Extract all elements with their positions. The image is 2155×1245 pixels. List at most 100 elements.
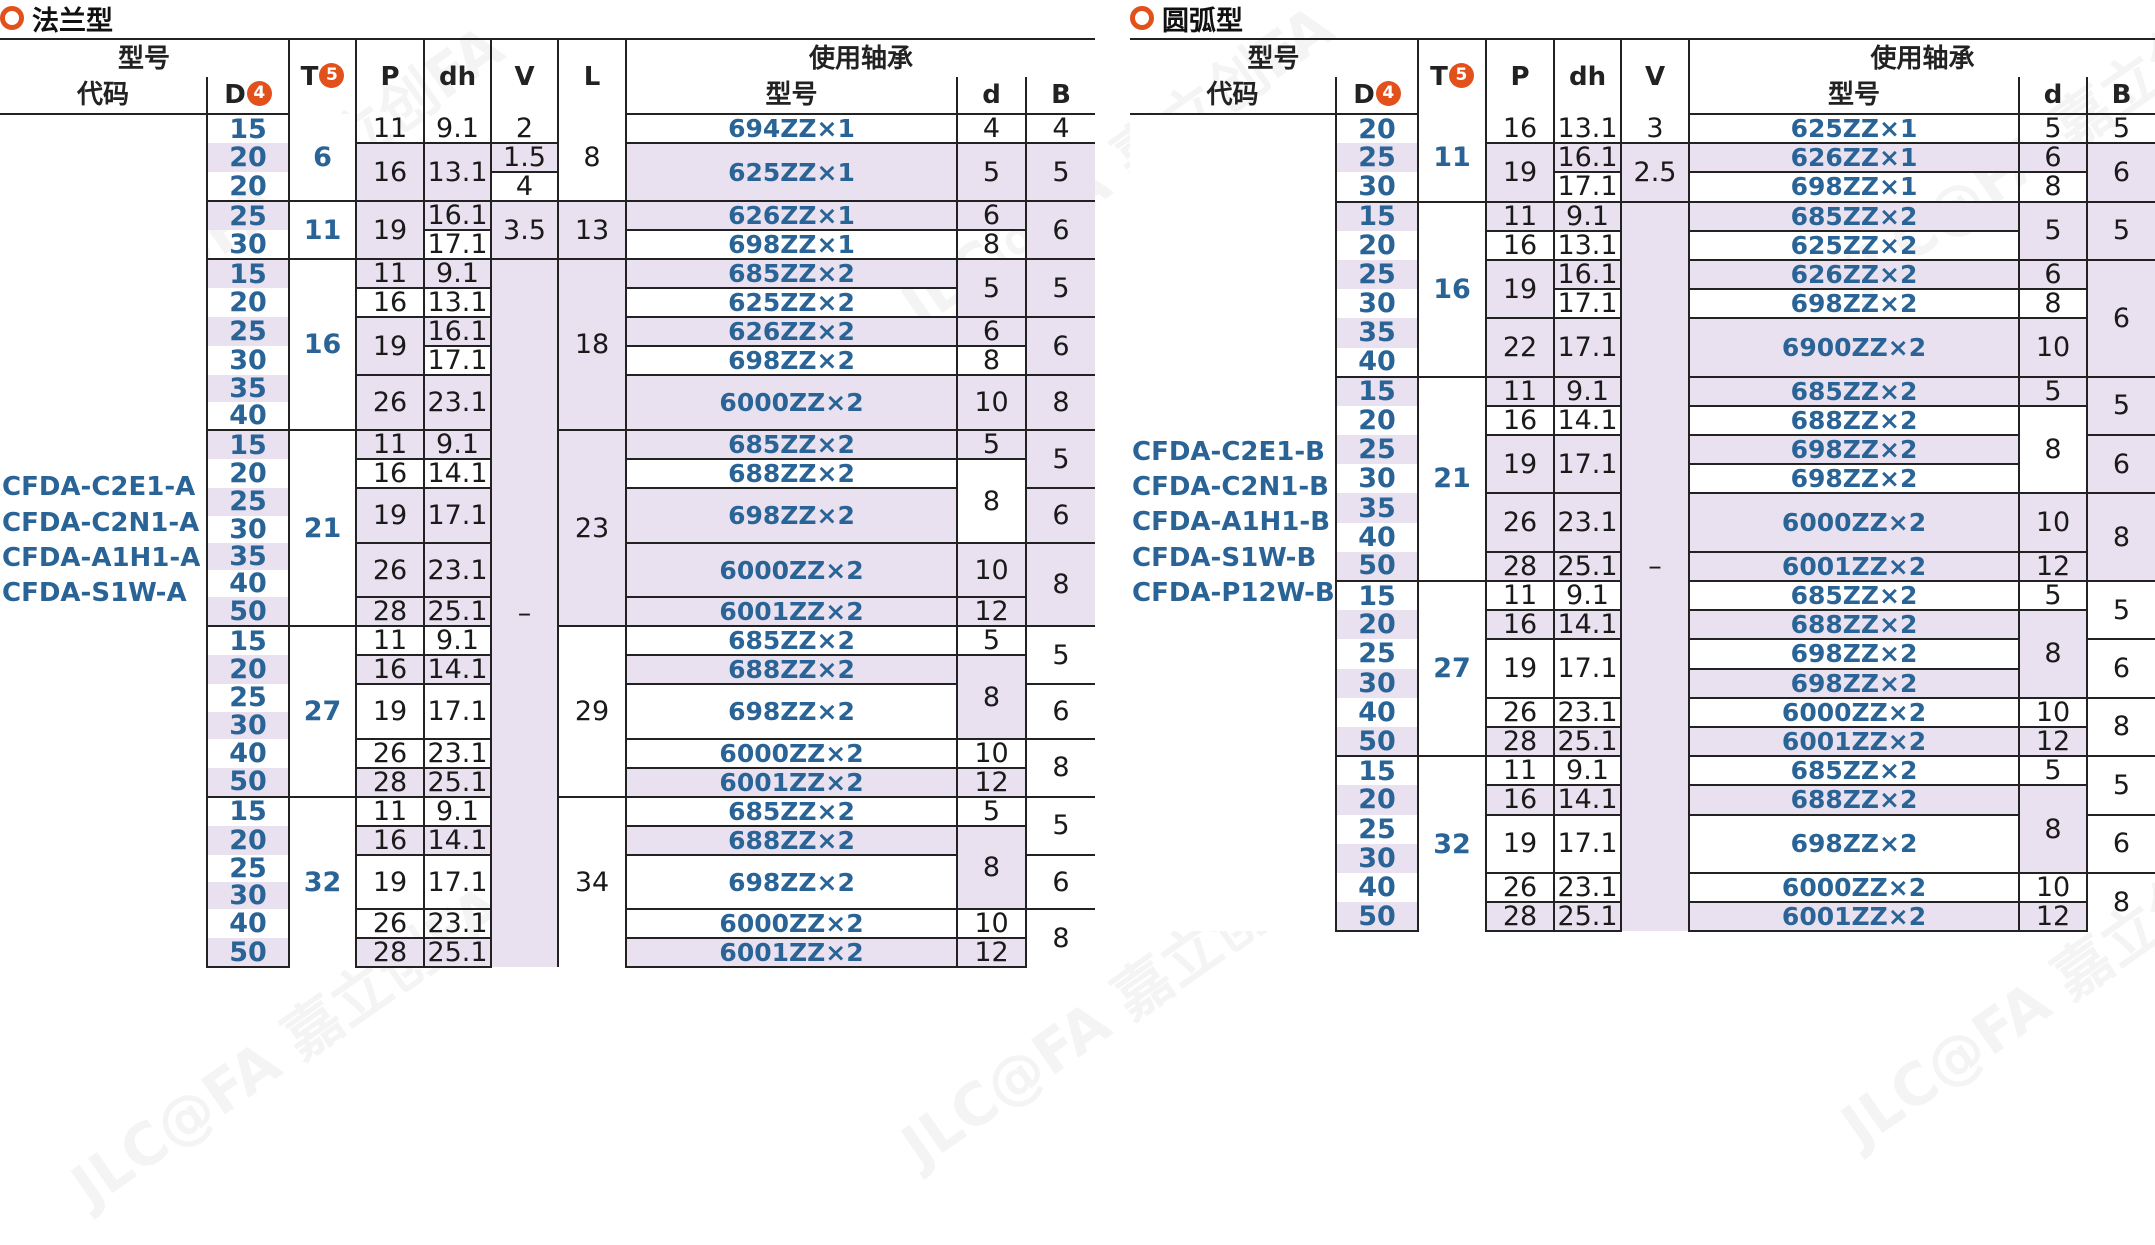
L-value: 34 — [557, 795, 627, 968]
P-value: 28 — [1485, 725, 1555, 757]
bearing-model-value: 6000ZZ×2 — [1688, 492, 2020, 552]
bearing-model-value: 6001ZZ×2 — [625, 596, 958, 627]
P-value: 16 — [1485, 114, 1555, 144]
dh-value: 13.1 — [423, 287, 492, 317]
bearing-model-value: 6000ZZ×2 — [1688, 696, 2020, 727]
D-value: 40 — [205, 909, 290, 939]
L-value: 8 — [557, 114, 627, 201]
bearing-model-value: 6001ZZ×2 — [1688, 725, 2020, 757]
P-value: 16 — [355, 142, 425, 201]
B-value: 6 — [2086, 142, 2155, 202]
header-T: T5 — [288, 38, 357, 114]
B-value: 5 — [2086, 579, 2155, 640]
bearing-model-value: 6001ZZ×2 — [1688, 550, 2020, 581]
P-value: 11 — [355, 114, 425, 143]
header-P: P — [1485, 38, 1555, 114]
bearing-model-value: 698ZZ×1 — [625, 229, 958, 259]
bearing-model-value: 625ZZ×2 — [625, 287, 958, 317]
T-value: 32 — [288, 795, 357, 968]
d-value: 5 — [2018, 755, 2088, 786]
P-value: 11 — [355, 429, 425, 460]
dh-value: 25.1 — [1553, 901, 1622, 933]
D-value: 35 — [1334, 493, 1419, 523]
P-value: 11 — [1485, 200, 1555, 231]
B-value: 6 — [1025, 683, 1096, 739]
P-value: 19 — [1485, 258, 1555, 319]
D-value: 50 — [1334, 726, 1419, 757]
d-value: 5 — [956, 142, 1027, 201]
d-value: 8 — [2018, 171, 2088, 202]
D-value: 25 — [1334, 435, 1419, 465]
header-model: 型号 — [1130, 38, 1419, 77]
V-value: 1.5 — [490, 142, 559, 172]
D-value: 50 — [1334, 551, 1419, 581]
P-value: 19 — [355, 853, 425, 910]
V-value: 2 — [490, 114, 559, 143]
d-value: 6 — [2018, 258, 2088, 290]
P-value: 19 — [1485, 142, 1555, 202]
model-code: CFDA-C2N1-B — [1132, 472, 1329, 503]
d-value: 12 — [2018, 550, 2088, 581]
header-B: B — [1025, 77, 1096, 115]
bearing-model-value: 6001ZZ×2 — [625, 937, 958, 969]
D-value: 20 — [205, 143, 290, 172]
d-value: 10 — [2018, 492, 2088, 552]
B-value: 5 — [1025, 795, 1096, 855]
dh-value: 16.1 — [1553, 258, 1622, 290]
bearing-model-value: 698ZZ×2 — [625, 683, 958, 739]
D-value: 20 — [1334, 785, 1419, 815]
P-value: 11 — [1485, 579, 1555, 611]
P-value: 11 — [355, 795, 425, 826]
P-value: 22 — [1485, 317, 1555, 377]
header-bearing-model: 型号 — [625, 77, 958, 115]
P-value: 28 — [355, 596, 425, 627]
D-value: 35 — [1334, 318, 1419, 348]
d-value: 8 — [956, 229, 1027, 259]
d-value: 8 — [2018, 784, 2088, 873]
bearing-model-value: 6001ZZ×2 — [1688, 901, 2020, 933]
table-row: CFDA-C2E1-A CFDA-C2N1-A CFDA-A1H1-A CFDA-S1… — [0, 114, 1096, 968]
bearing-model-value: 626ZZ×1 — [625, 200, 958, 230]
d-value: 6 — [956, 200, 1027, 230]
d-value: 10 — [956, 541, 1027, 598]
d-value: 5 — [956, 429, 1027, 460]
bearing-model-value: 685ZZ×2 — [1688, 375, 2020, 406]
D-value: 15 — [1334, 579, 1419, 611]
D-value: 30 — [205, 230, 290, 259]
dh-value: 9.1 — [1553, 579, 1622, 611]
P-value: 28 — [355, 766, 425, 797]
header-dh: dh — [423, 38, 492, 114]
model-code: CFDA-A1H1-B — [1132, 507, 1331, 538]
dh-value: 16.1 — [423, 316, 492, 346]
bearing-model-value: 6001ZZ×2 — [625, 766, 958, 797]
D-value: 15 — [1334, 200, 1419, 231]
d-value: 10 — [956, 908, 1027, 939]
dh-value: 16.1 — [1553, 142, 1622, 173]
dh-value: 9.1 — [1553, 200, 1622, 231]
B-value: 6 — [2086, 813, 2155, 873]
bearing-model-value: 698ZZ×2 — [1688, 463, 2020, 494]
T-value: 27 — [288, 625, 357, 797]
header-code: 代码 — [1130, 77, 1336, 115]
B-value: 8 — [1025, 541, 1096, 627]
d-value: 8 — [2018, 404, 2088, 494]
T-value: 11 — [288, 200, 357, 259]
model-code: CFDA-C2E1-B — [1132, 436, 1325, 467]
model-code-list: CFDA-C2E1-A CFDA-C2N1-A CFDA-A1H1-A CFDA-S1… — [0, 114, 207, 968]
P-value: 16 — [1485, 404, 1555, 436]
bearing-model-value: 685ZZ×2 — [1688, 579, 2020, 611]
D-value: 15 — [205, 795, 290, 826]
D-value: 20 — [205, 459, 290, 489]
dh-value: 25.1 — [423, 766, 492, 797]
D-value: 15 — [1334, 755, 1419, 786]
P-value: 11 — [1485, 375, 1555, 406]
d-value: 5 — [2018, 579, 2088, 611]
bearing-model-value: 698ZZ×2 — [625, 487, 958, 543]
T-value: 21 — [1417, 375, 1487, 581]
d-value: 5 — [956, 625, 1027, 656]
model-code: CFDA-S1W-B — [1132, 542, 1317, 573]
V-value: 2.5 — [1620, 142, 1690, 202]
P-value: 26 — [1485, 871, 1555, 903]
P-value: 11 — [355, 258, 425, 288]
B-value: 4 — [1025, 114, 1096, 143]
